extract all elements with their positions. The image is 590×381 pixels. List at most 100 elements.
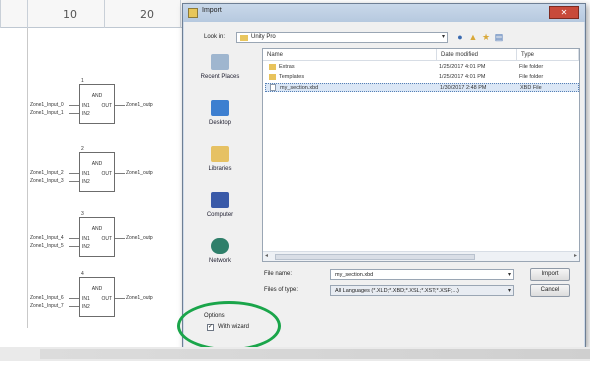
pin-out: OUT [101,236,112,242]
file-type-select[interactable]: All Languages (*.XLD;*.XBD;*.XSL;*.XST;*… [330,285,514,296]
place-desktop[interactable]: Desktop [191,96,249,142]
pin-out: OUT [101,296,112,302]
places-bar: Recent Places Desktop Libraries Computer… [191,50,249,280]
place-label: Network [208,258,231,264]
folder-icon [269,74,276,80]
network-icon [211,238,229,254]
signal-out: Zone1_outp [126,102,153,108]
file-type-label: Files of type: [264,287,299,293]
ruler-tick [27,0,28,28]
libraries-icon [211,146,229,162]
title-bar[interactable]: Import ✕ [183,4,585,22]
pin-in1: IN1 [82,296,90,302]
chevron-down-icon: ▾ [441,34,445,40]
wire [115,173,125,174]
desktop-icon [211,100,229,116]
horizontal-scrollbar[interactable]: ◂ ▸ [263,251,579,261]
column-header-date[interactable]: Date modified [437,49,517,61]
place-computer[interactable]: Computer [191,188,249,234]
look-in-value: Unity Pro [251,34,276,40]
wire [69,298,79,299]
column-ruler: 10 20 [0,0,200,28]
ruler-tick [180,0,181,28]
signal-in1: Zone1_Input_6 [30,295,64,301]
signal-out: Zone1_outp [126,295,153,301]
file-name-input[interactable]: my_section.xbd ▾ [330,269,514,280]
dialog-title: Import [202,7,222,14]
signal-in1: Zone1_Input_2 [30,170,64,176]
file-name: Extras [279,64,295,70]
ruler-label: 20 [140,8,154,21]
place-label: Libraries [208,166,232,172]
scroll-left-icon[interactable]: ◂ [265,252,268,259]
bottom-strip-shade [40,349,590,359]
up-folder-icon[interactable]: ▲ [467,31,479,43]
file-row-selected[interactable]: my_section.xbd 1/30/2017 2:48 PM XBD Fil… [265,83,579,92]
recent-places-icon [211,54,229,70]
place-label: Computer [206,212,234,218]
ruler-tick [104,0,105,28]
file-type: File folder [519,74,544,80]
folder-icon [188,8,198,18]
column-header-name[interactable]: Name [263,49,437,61]
back-icon[interactable]: ● [454,31,466,43]
wire [69,113,79,114]
cancel-button[interactable]: Cancel [530,284,570,297]
function-block[interactable]: AND IN1 IN2 OUT [79,84,115,124]
scrollbar-thumb[interactable] [275,254,475,260]
view-menu-icon[interactable]: ▤ [493,31,505,43]
block-name: AND [91,93,103,99]
look-in-dropdown[interactable]: Unity Pro ▾ [236,32,448,43]
folder-icon [240,35,248,41]
function-block[interactable]: AND IN1 IN2 OUT [79,277,115,317]
wire [115,238,125,239]
file-type: XBD File [520,85,542,91]
wire [69,105,79,106]
file-row[interactable]: Extras 1/25/2017 4:01 PM File folder [265,63,579,72]
import-dialog: Import ✕ Look in: Unity Pro ▾ ● ▲ ★ ▤ Re… [182,3,586,348]
place-network[interactable]: Network [191,234,249,280]
computer-icon [211,192,229,208]
pin-out: OUT [101,171,112,177]
file-name: my_section.xbd [280,85,319,91]
wire [115,105,125,106]
column-header-type[interactable]: Type [517,49,579,61]
place-label: Desktop [208,120,231,126]
signal-in2: Zone1_Input_3 [30,178,64,184]
pin-in1: IN1 [82,171,90,177]
signal-in1: Zone1_Input_4 [30,235,64,241]
function-block[interactable]: AND IN1 IN2 OUT [79,152,115,192]
block-name: AND [91,286,103,292]
pin-in1: IN1 [82,236,90,242]
new-folder-icon[interactable]: ★ [480,31,492,43]
scroll-right-icon[interactable]: ▸ [574,252,577,259]
file-row[interactable]: Templates 1/25/2017 4:01 PM File folder [265,73,579,82]
pin-in2: IN2 [82,244,90,250]
wire [69,238,79,239]
close-button[interactable]: ✕ [549,6,579,19]
pin-out: OUT [101,103,112,109]
file-name: Templates [279,74,305,80]
ruler-tick [0,0,1,28]
signal-in2: Zone1_Input_7 [30,303,64,309]
pin-in1: IN1 [82,103,90,109]
close-icon: ✕ [560,8,568,17]
chevron-down-icon: ▾ [507,272,511,278]
file-type: File folder [519,64,544,70]
ruler-label: 10 [63,8,77,21]
place-label: Recent Places [200,74,240,80]
file-list[interactable]: Name Date modified Type Extras 1/25/2017… [262,48,580,262]
function-block[interactable]: AND IN1 IN2 OUT [79,217,115,257]
file-name-label: File name: [264,271,293,277]
place-libraries[interactable]: Libraries [191,142,249,188]
folder-icon [269,64,276,70]
block-name: AND [91,226,103,232]
file-date: 1/30/2017 2:48 PM [440,85,487,91]
pin-in2: IN2 [82,304,90,310]
place-recent-places[interactable]: Recent Places [191,50,249,96]
signal-out: Zone1_outp [126,170,153,176]
file-icon [270,84,276,91]
block-name: AND [91,161,103,167]
file-date: 1/25/2017 4:01 PM [439,74,486,80]
import-button[interactable]: Import [530,268,570,281]
